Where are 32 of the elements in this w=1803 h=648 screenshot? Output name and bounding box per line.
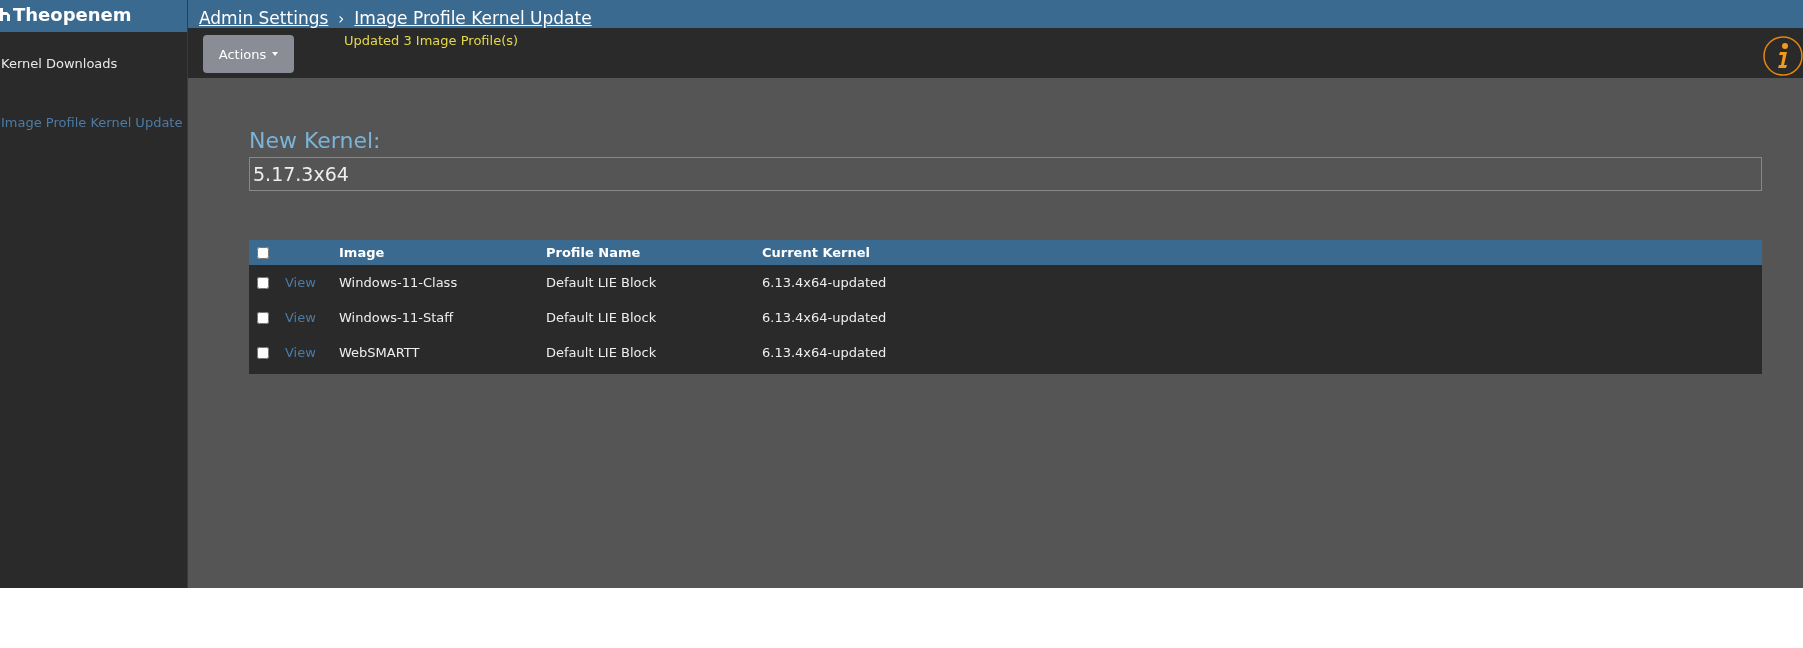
breadcrumb-link[interactable]: Image Profile Kernel Update — [354, 8, 592, 28]
row-checkbox[interactable] — [257, 346, 269, 359]
table-cell-text: Default LIE Block — [546, 275, 658, 290]
brand-name: Theopenem — [13, 3, 132, 25]
caret-icon — [272, 52, 279, 56]
column-header: Image — [339, 245, 386, 260]
table-cell-text: Default LIE Block — [546, 345, 658, 360]
sidebar-item[interactable]: Kernel Downloads — [0, 40, 187, 87]
table-cell-text: 6.13.4x64-updated — [762, 275, 888, 290]
select-all-checkbox[interactable] — [257, 246, 269, 259]
table-cell-text: WebSMARTT — [339, 345, 421, 360]
table-cell-text: Windows-11-Class — [339, 275, 459, 290]
row-checkbox[interactable] — [257, 311, 269, 324]
row-checkbox[interactable] — [257, 276, 269, 289]
sidebar-item[interactable]: Image Profile Kernel Update — [0, 99, 187, 146]
field-label: New Kernel: — [249, 128, 382, 153]
status-message: Updated 3 Image Profile(s) — [344, 33, 519, 48]
actions-button[interactable]: Actions — [203, 35, 294, 73]
view-link[interactable]: View — [285, 310, 339, 325]
column-header: Current Kernel — [762, 245, 872, 260]
table-cell-text: 6.13.4x64-updated — [762, 310, 888, 325]
info-icon[interactable] — [1763, 36, 1803, 76]
table-cell-text: 6.13.4x64-updated — [762, 345, 888, 360]
column-header: Profile Name — [546, 245, 642, 260]
breadcrumb-link[interactable]: Admin Settings — [199, 8, 329, 28]
table-cell-text: Default LIE Block — [546, 310, 658, 325]
view-link[interactable]: View — [285, 345, 339, 360]
table-cell-text: Windows-11-Staff — [339, 310, 455, 325]
logo-icon — [0, 7, 10, 21]
breadcrumb-separator: › — [338, 10, 345, 28]
kernel-input[interactable]: 5.17.3x64 — [249, 157, 1762, 191]
view-link[interactable]: View — [285, 275, 339, 290]
